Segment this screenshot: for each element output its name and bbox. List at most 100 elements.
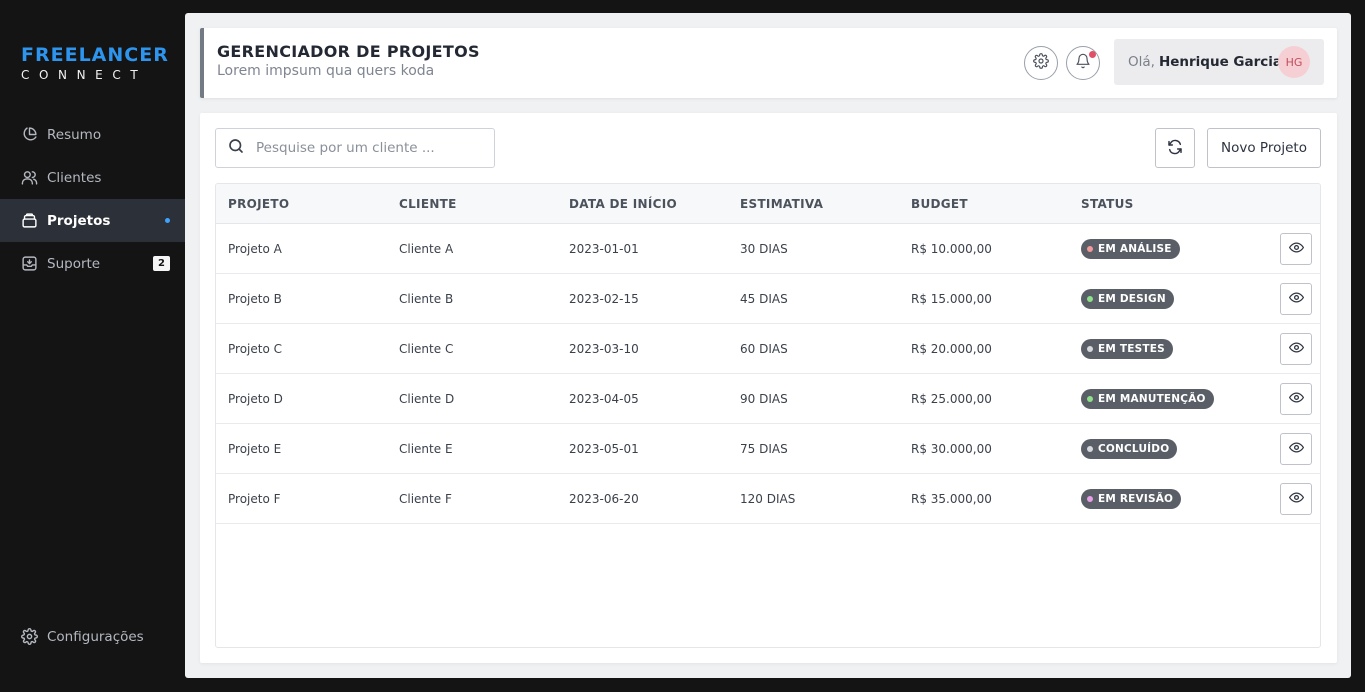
status-badge: EM ANÁLISE: [1081, 239, 1180, 259]
view-project-button[interactable]: [1280, 433, 1312, 465]
table-row: Projeto F Cliente F 2023-06-20 120 DIAS …: [216, 474, 1320, 524]
brand-sub-text: CONNECT: [21, 68, 148, 82]
cell-estimate: 45 DIAS: [740, 292, 788, 306]
search-input[interactable]: [256, 140, 476, 156]
page-header: GERENCIADOR DE PROJETOS Lorem impsum qua…: [200, 28, 1337, 98]
brand-logo: FREELANCER CONNECT: [21, 45, 169, 83]
sidebar-item-projetos[interactable]: Projetos: [0, 199, 185, 242]
sidebar-item-configuracoes[interactable]: Configurações: [0, 615, 185, 658]
sidebar-item-label: Clientes: [47, 169, 102, 186]
cell-client: Cliente E: [399, 442, 453, 456]
cell-project: Projeto B: [228, 292, 282, 306]
users-icon: [21, 169, 39, 187]
column-header-status[interactable]: STATUS: [1081, 197, 1134, 211]
sidebar-item-clientes[interactable]: Clientes: [0, 156, 185, 199]
status-dot: [1087, 396, 1093, 402]
new-project-button[interactable]: Novo Projeto: [1207, 128, 1321, 168]
cell-start-date: 2023-06-20: [569, 492, 639, 506]
sidebar-item-label: Suporte: [47, 255, 101, 272]
status-label: EM DESIGN: [1098, 293, 1166, 305]
cell-client: Cliente D: [399, 392, 455, 406]
status-label: EM MANUTENÇÃO: [1098, 393, 1206, 405]
folder-stack-icon: [21, 212, 39, 230]
cell-estimate: 30 DIAS: [740, 242, 788, 256]
user-name: Henrique Garcia: [1158, 54, 1283, 70]
inbox-icon: [21, 255, 39, 273]
cell-project: Projeto D: [228, 392, 283, 406]
status-badge: EM REVISÃO: [1081, 489, 1182, 509]
cell-start-date: 2023-05-01: [569, 442, 639, 456]
search-icon: [227, 137, 256, 159]
table-row: Projeto E Cliente E 2023-05-01 75 DIAS R…: [216, 424, 1320, 474]
cell-budget: R$ 10.000,00: [911, 242, 992, 256]
search-box[interactable]: [215, 128, 495, 168]
sidebar-item-label: Resumo: [47, 126, 102, 143]
eye-icon: [1288, 290, 1304, 308]
cell-client: Cliente A: [399, 242, 454, 256]
cell-client: Cliente C: [399, 342, 454, 356]
sidebar-item-resumo[interactable]: Resumo: [0, 113, 185, 156]
view-project-button[interactable]: [1280, 483, 1312, 515]
settings-button[interactable]: [1024, 46, 1058, 80]
notification-dot: [1089, 51, 1096, 58]
cell-budget: R$ 35.000,00: [911, 492, 992, 506]
eye-icon: [1288, 240, 1304, 258]
projects-table: PROJETO CLIENTE DATA DE INÍCIO ESTIMATIV…: [215, 183, 1321, 648]
eye-icon: [1288, 440, 1304, 458]
refresh-icon: [1167, 139, 1183, 158]
status-label: EM TESTES: [1098, 343, 1165, 355]
table-row: Projeto D Cliente D 2023-04-05 90 DIAS R…: [216, 374, 1320, 424]
sidebar-item-label: Projetos: [47, 212, 111, 229]
column-header-data-inicio[interactable]: DATA DE INÍCIO: [569, 197, 677, 211]
cell-project: Projeto C: [228, 342, 282, 356]
status-dot: [1087, 496, 1093, 502]
status-badge: EM DESIGN: [1081, 289, 1174, 309]
sidebar: FREELANCER CONNECT Resumo Clientes Proje…: [0, 0, 185, 692]
sidebar-item-suporte[interactable]: Suporte 2: [0, 242, 185, 285]
cell-start-date: 2023-03-10: [569, 342, 639, 356]
user-menu[interactable]: Olá, Henrique Garcia HG: [1114, 39, 1324, 85]
main-content: GERENCIADOR DE PROJETOS Lorem impsum qua…: [185, 13, 1351, 678]
avatar: HG: [1278, 46, 1310, 78]
brand-main-text: FREELANCER: [21, 44, 169, 66]
table-header: PROJETO CLIENTE DATA DE INÍCIO ESTIMATIV…: [216, 184, 1320, 224]
column-header-projeto[interactable]: PROJETO: [228, 197, 289, 211]
cell-project: Projeto E: [228, 442, 282, 456]
table-row: Projeto A Cliente A 2023-01-01 30 DIAS R…: [216, 224, 1320, 274]
column-header-budget[interactable]: BUDGET: [911, 197, 968, 211]
view-project-button[interactable]: [1280, 333, 1312, 365]
status-badge: EM TESTES: [1081, 339, 1173, 359]
cell-budget: R$ 30.000,00: [911, 442, 992, 456]
cell-project: Projeto F: [228, 492, 281, 506]
cell-budget: R$ 20.000,00: [911, 342, 992, 356]
status-badge: CONCLUÍDO: [1081, 439, 1178, 459]
status-badge: EM MANUTENÇÃO: [1081, 389, 1214, 409]
view-project-button[interactable]: [1280, 283, 1312, 315]
eye-icon: [1288, 390, 1304, 408]
cell-budget: R$ 25.000,00: [911, 392, 992, 406]
pie-chart-icon: [21, 126, 39, 144]
sidebar-item-label: Configurações: [47, 628, 144, 645]
status-label: EM ANÁLISE: [1098, 243, 1172, 255]
status-dot: [1087, 446, 1093, 452]
eye-icon: [1288, 340, 1304, 358]
active-indicator-dot: [165, 218, 170, 223]
projects-card: Novo Projeto PROJETO CLIENTE DATA DE INÍ…: [200, 113, 1337, 663]
column-header-estimativa[interactable]: ESTIMATIVA: [740, 197, 823, 211]
notifications-button[interactable]: [1066, 46, 1100, 80]
status-label: EM REVISÃO: [1098, 493, 1174, 505]
page-subtitle: Lorem impsum qua quers koda: [217, 63, 435, 79]
column-header-cliente[interactable]: CLIENTE: [399, 197, 457, 211]
view-project-button[interactable]: [1280, 383, 1312, 415]
cell-start-date: 2023-01-01: [569, 242, 639, 256]
cell-client: Cliente B: [399, 292, 454, 306]
status-dot: [1087, 346, 1093, 352]
cell-estimate: 90 DIAS: [740, 392, 788, 406]
cell-estimate: 60 DIAS: [740, 342, 788, 356]
refresh-button[interactable]: [1155, 128, 1195, 168]
gear-icon: [1033, 53, 1049, 73]
view-project-button[interactable]: [1280, 233, 1312, 265]
table-row: Projeto B Cliente B 2023-02-15 45 DIAS R…: [216, 274, 1320, 324]
greeting-text: Olá,: [1128, 54, 1155, 70]
page-title: GERENCIADOR DE PROJETOS: [217, 42, 480, 61]
